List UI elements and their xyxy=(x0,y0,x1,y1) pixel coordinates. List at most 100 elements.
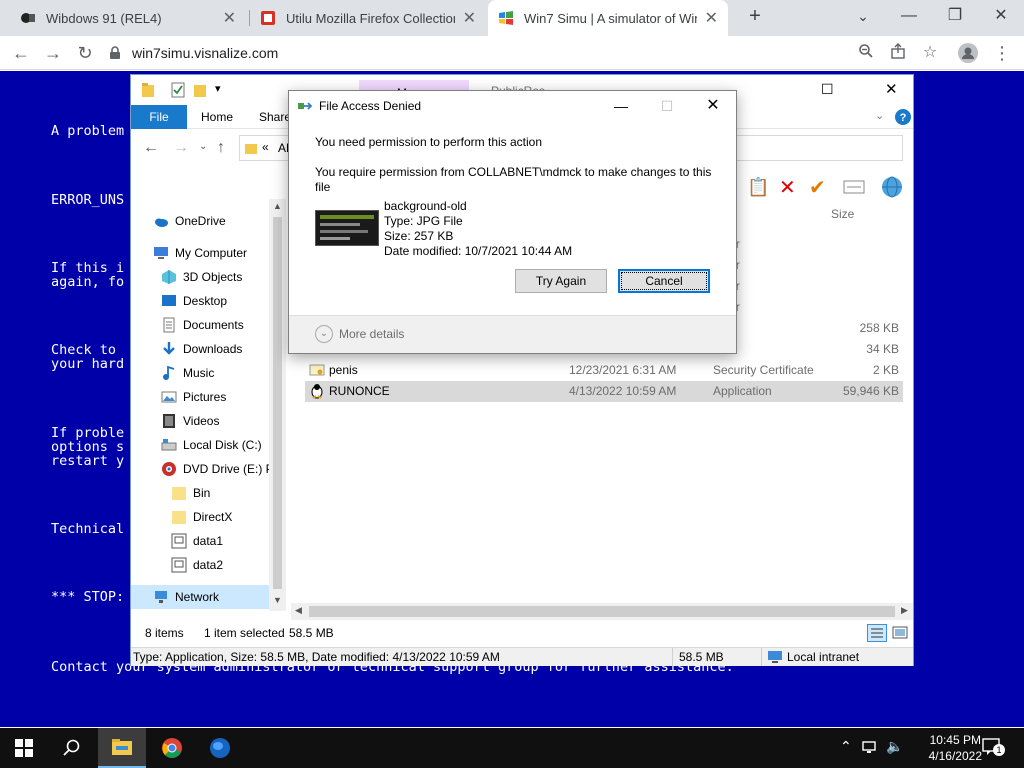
maximize-button: ☐ xyxy=(660,98,674,114)
ribbon-tab-file[interactable]: File xyxy=(131,105,187,129)
nav-item-onedrive[interactable]: OneDrive xyxy=(153,210,226,232)
address-bar[interactable]: win7simu.visnalize.com xyxy=(108,40,848,66)
network-tray-icon[interactable] xyxy=(862,740,880,756)
desktop-icon xyxy=(162,295,176,306)
table-row[interactable]: penis 12/23/2021 6:31 AM Security Certif… xyxy=(305,360,903,381)
nav-item-data1[interactable]: data1 xyxy=(171,530,223,552)
notification-center-button[interactable]: 1 xyxy=(982,738,1005,756)
scroll-down-icon[interactable]: ▼ xyxy=(273,595,282,605)
properties-icon[interactable] xyxy=(171,82,185,98)
new-tab-button[interactable]: + xyxy=(732,2,778,30)
nav-item-network[interactable]: Network xyxy=(131,585,269,609)
nav-item-videos[interactable]: Videos xyxy=(161,410,219,432)
more-details-label: More details xyxy=(339,327,405,341)
rename-icon[interactable] xyxy=(843,180,865,194)
system-clock[interactable]: 10:45 PM 4/16/2022 xyxy=(929,732,982,764)
minimize-button[interactable]: — xyxy=(601,95,641,117)
nav-item-pictures[interactable]: Pictures xyxy=(161,386,226,408)
nav-item-my-computer[interactable]: My Computer xyxy=(153,242,247,264)
file-thumbnail xyxy=(315,210,379,246)
nav-item-local-disk[interactable]: Local Disk (C:) xyxy=(161,434,262,456)
table-row-selected[interactable]: RUNONCE 4/13/2022 10:59 AM Application 5… xyxy=(305,381,903,402)
checkmark-icon[interactable]: ✔ xyxy=(809,175,826,200)
nav-item-dvd-drive[interactable]: DVD Drive (E:) Po xyxy=(161,458,280,480)
local-disk-icon xyxy=(161,439,177,451)
menu-kebab-icon[interactable]: ⋮ xyxy=(992,43,1012,63)
show-hidden-icons-chevron[interactable]: ⌃ xyxy=(840,738,852,755)
nav-item-3d-objects[interactable]: 3D Objects xyxy=(161,266,242,288)
nav-item-bin[interactable]: Bin xyxy=(171,482,210,504)
browser-tab-utilu[interactable]: Utilu Mozilla Firefox Collection - ✕ xyxy=(250,0,486,36)
browser-tab-wibdows[interactable]: Wibdows 91 (REL4) ✕ xyxy=(10,0,246,36)
browser-tab-strip: Wibdows 91 (REL4) ✕ Utilu Mozilla Firefo… xyxy=(0,0,1024,36)
taskbar-file-explorer[interactable] xyxy=(98,728,146,768)
taskbar-app[interactable] xyxy=(196,728,244,768)
close-tab-icon[interactable]: ✕ xyxy=(463,8,476,28)
scroll-up-icon[interactable]: ▲ xyxy=(273,201,282,211)
back-arrow-icon[interactable]: ← xyxy=(8,40,34,66)
search-button[interactable] xyxy=(48,728,96,768)
thumbnail-detail xyxy=(320,230,368,233)
chevron-down-icon[interactable]: ⌄ xyxy=(840,2,886,30)
restore-button[interactable]: ❐ xyxy=(932,2,978,30)
nav-item-music[interactable]: Music xyxy=(161,362,214,384)
navigation-pane: OneDrive My Computer 3D Objects Desktop … xyxy=(131,199,286,611)
explorer-toolbar-icons: 📋 ✕ ✔ xyxy=(747,175,913,201)
large-icons-view-icon[interactable] xyxy=(891,624,909,642)
close-window-button[interactable]: ✕ xyxy=(885,80,898,98)
close-window-button[interactable]: ✕ xyxy=(978,2,1024,30)
close-dialog-button[interactable]: ✕ xyxy=(693,95,733,117)
profile-avatar-icon[interactable] xyxy=(958,43,978,63)
back-arrow-icon[interactable]: ← xyxy=(143,139,159,157)
horizontal-scrollbar[interactable]: ◀ ▶ xyxy=(291,603,913,620)
help-icon[interactable]: ? xyxy=(895,109,911,125)
nav-item-directx[interactable]: DirectX xyxy=(171,506,232,528)
volume-icon[interactable]: 🔈 xyxy=(886,738,903,755)
close-tab-icon[interactable]: ✕ xyxy=(705,8,718,28)
address-overflow-icon[interactable]: « xyxy=(262,140,269,154)
globe-icon[interactable] xyxy=(881,176,903,198)
ribbon-tab-home[interactable]: Home xyxy=(191,105,243,129)
status-details: Type: Application, Size: 58.5 MB, Date m… xyxy=(133,650,500,664)
start-button[interactable] xyxy=(0,728,48,768)
try-again-button[interactable]: Try Again xyxy=(515,269,607,293)
recent-locations-icon[interactable]: ⌄ xyxy=(199,141,207,152)
ribbon-collapse-icon[interactable]: ⌄ xyxy=(875,109,884,122)
cancel-button[interactable]: Cancel xyxy=(618,269,710,293)
close-tab-icon[interactable]: ✕ xyxy=(223,8,236,28)
dialog-title: File Access Denied xyxy=(319,99,422,113)
bookmark-star-icon[interactable]: ☆ xyxy=(920,43,940,63)
up-arrow-icon[interactable]: ↑ xyxy=(217,139,225,157)
forward-arrow-icon[interactable]: → xyxy=(173,139,189,157)
scrollbar-thumb[interactable] xyxy=(309,606,895,617)
reload-icon[interactable]: ↻ xyxy=(72,40,98,66)
share-icon[interactable] xyxy=(888,43,908,63)
file-move-icon xyxy=(298,102,313,110)
drive-data-icon xyxy=(171,557,187,573)
lock-icon xyxy=(110,46,120,59)
quick-access-dropdown-icon[interactable]: ▾ xyxy=(215,82,221,95)
zoom-icon[interactable] xyxy=(856,43,876,63)
more-details-toggle[interactable]: ⌄ More details xyxy=(315,325,404,343)
details-view-icon[interactable] xyxy=(867,624,887,642)
scrollbar-thumb[interactable] xyxy=(273,217,282,589)
nav-item-documents[interactable]: Documents xyxy=(161,314,244,336)
restore-button[interactable]: ☐ xyxy=(821,81,834,98)
delete-x-icon[interactable]: ✕ xyxy=(779,175,796,200)
minimize-button[interactable]: — xyxy=(886,2,932,30)
forward-arrow-icon[interactable]: → xyxy=(40,40,66,66)
clipboard-icon[interactable]: 📋 xyxy=(747,177,769,198)
nav-item-desktop[interactable]: Desktop xyxy=(161,290,227,312)
scroll-right-icon[interactable]: ▶ xyxy=(901,605,908,616)
navigation-pane-scrollbar[interactable]: ▲ ▼ xyxy=(269,199,286,611)
nav-item-downloads[interactable]: Downloads xyxy=(161,338,242,360)
documents-icon xyxy=(163,317,175,333)
browser-tab-win7simu[interactable]: Win7 Simu | A simulator of Wind ✕ xyxy=(488,0,728,36)
tab-label: Wibdows 91 (REL4) xyxy=(46,10,162,26)
chrome-icon xyxy=(162,738,182,758)
scroll-left-icon[interactable]: ◀ xyxy=(295,605,302,616)
downloads-icon xyxy=(163,342,175,355)
new-folder-icon[interactable] xyxy=(193,82,207,98)
nav-item-data2[interactable]: data2 xyxy=(171,554,223,576)
taskbar-chrome[interactable] xyxy=(148,728,196,768)
